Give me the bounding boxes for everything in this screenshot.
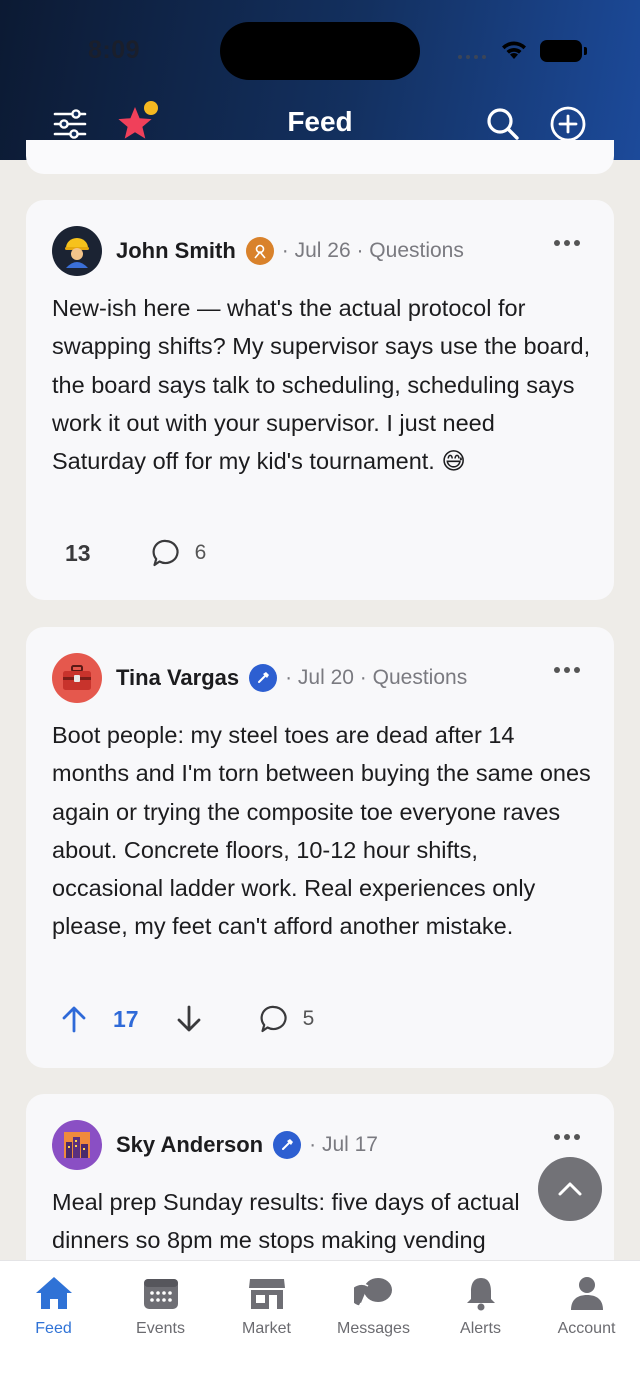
upvote-icon[interactable] [60,1004,88,1034]
post-header: Sky Anderson · Jul 17 [52,1120,588,1170]
post-actions: 13 6 [52,533,206,573]
post-meta: · Jul 20 · Questions [285,666,468,689]
storefront-icon [247,1273,287,1313]
bottom-tab-bar: Feed Events Market Messages Alerts Accou… [0,1260,640,1391]
tab-label: Alerts [460,1320,501,1337]
more-options-icon[interactable] [554,667,580,673]
post-body: New-ish here — what's the actual protoco… [52,295,591,475]
comments-button[interactable]: 5 [259,1004,315,1034]
battery-icon [540,40,587,62]
wifi-icon [502,41,526,59]
tab-events[interactable]: Events [107,1273,214,1338]
tab-label: Messages [337,1320,410,1337]
post-body: Boot people: my steel toes are dead afte… [52,722,591,940]
vote-score: 17 [113,1005,139,1032]
tab-label: Market [242,1320,291,1337]
tab-label: Feed [35,1320,72,1337]
more-options-icon[interactable] [554,1134,580,1140]
comments-button[interactable]: 6 [151,538,207,568]
comment-icon [152,539,179,567]
post-header: John Smith · Jul 26 · Questions [52,226,588,276]
tab-account[interactable]: Account [533,1273,640,1338]
city-skyline-icon[interactable] [52,1120,102,1170]
post-author[interactable]: Sky Anderson [116,1132,263,1158]
post-meta: · Jul 26 · Questions [281,239,464,262]
construction-worker-icon[interactable] [52,226,102,276]
app-header: 8:09 Feed [0,0,640,160]
hammer-badge-icon [273,1131,302,1159]
post-header: Tina Vargas · Jul 20 · Questions [52,653,588,703]
scroll-to-top-button[interactable] [538,1157,602,1221]
tab-label: Events [136,1320,185,1337]
user-badge-icon [245,237,274,265]
bell-icon [461,1273,501,1313]
page-title: Feed [287,106,353,137]
dynamic-island [220,22,420,80]
tab-feed[interactable]: Feed [0,1273,107,1338]
previous-post-card [26,140,614,174]
toolbox-icon[interactable] [52,653,102,703]
tab-market[interactable]: Market [213,1273,320,1338]
post-body: Meal prep Sunday results: five days of a… [52,1189,520,1254]
person-icon [567,1273,607,1313]
chat-bubbles-icon [353,1273,394,1313]
post-meta: · Jul 17 [309,1133,378,1156]
comment-count: 6 [194,541,207,564]
downvote-icon[interactable] [175,1004,203,1034]
post-card[interactable]: Tina Vargas · Jul 20 · Questions Boot pe… [26,627,614,1068]
chevron-up-icon [558,1182,582,1196]
tab-label: Account [557,1320,616,1337]
post-card[interactable]: John Smith · Jul 26 · Questions New-ish … [26,200,614,600]
search-icon[interactable] [483,104,523,144]
more-options-icon[interactable] [554,240,580,246]
status-time: 8:09 [88,36,141,64]
add-icon[interactable] [548,104,588,144]
tab-alerts[interactable]: Alerts [427,1273,534,1338]
post-author[interactable]: John Smith [116,238,236,264]
post-actions: 17 5 [52,999,314,1039]
comment-count: 5 [302,1007,315,1030]
tab-messages[interactable]: Messages [320,1273,427,1338]
comment-icon [260,1005,287,1033]
hammer-badge-icon [249,664,278,692]
vote-score: 13 [65,539,91,566]
calendar-icon [141,1273,181,1313]
post-author[interactable]: Tina Vargas [116,665,239,691]
cellular-signal-icon [458,55,486,59]
home-icon [34,1273,74,1313]
